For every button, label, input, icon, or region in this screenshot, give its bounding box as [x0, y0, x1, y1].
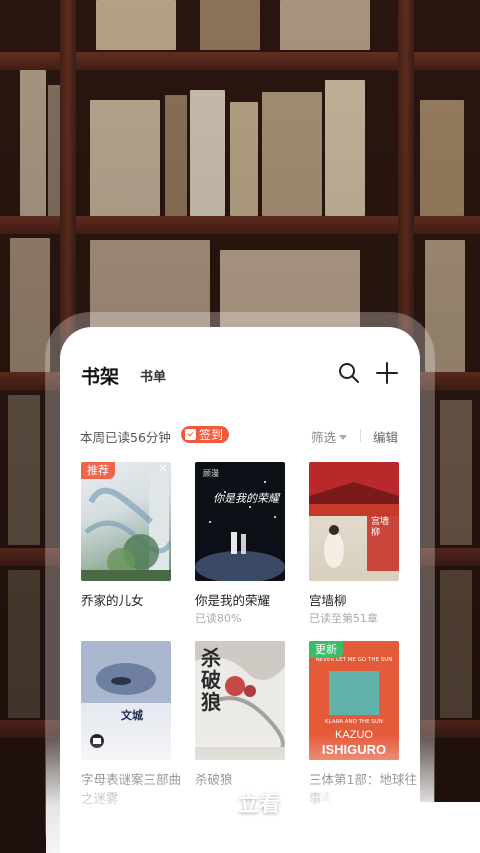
- caret-down-icon: [339, 435, 348, 440]
- calendar-check-icon: [185, 429, 196, 440]
- book-progress: 已读至第51章: [309, 612, 378, 625]
- cover-title: 文城: [121, 709, 143, 722]
- read-now-button[interactable]: 立看: [202, 788, 280, 818]
- cover-subtitle: KLARA AND THE SUN: [325, 719, 383, 725]
- cover-title: 你是我的荣耀: [213, 492, 279, 505]
- book-cover[interactable]: NEVER LET ME GO THE SUN KLARA AND THE SU…: [309, 641, 399, 760]
- book-title: 你是我的荣耀: [195, 593, 271, 608]
- book-title: 字母表谜案三部曲之迷雾: [81, 772, 182, 806]
- book-cover[interactable]: 宫墙柳: [309, 462, 399, 581]
- cover-title: 宫墙柳: [371, 517, 390, 538]
- filter-label: 筛选: [311, 430, 337, 445]
- filter-dropdown[interactable]: 筛选: [311, 427, 348, 446]
- book-title: 乔家的儿女: [81, 593, 144, 608]
- cover-title: 杀破狼: [201, 646, 221, 714]
- recommend-tag: 推荐: [81, 462, 115, 479]
- plus-icon[interactable]: [375, 361, 399, 385]
- signin-button[interactable]: 签到: [181, 426, 230, 443]
- book-cover[interactable]: 杀破狼: [195, 641, 285, 760]
- page-title[interactable]: 书架: [81, 362, 119, 389]
- book-open-icon: [204, 794, 228, 813]
- book-progress: 已读80%: [195, 612, 242, 625]
- cover-author-last: ISHIGURO: [321, 742, 387, 757]
- signin-label: 签到: [199, 428, 224, 442]
- search-icon[interactable]: [337, 361, 361, 385]
- top-bar: 书架 书单: [60, 327, 420, 397]
- cover-art: [81, 470, 171, 581]
- weekly-reading-time: 本周已读56分钟: [80, 430, 171, 445]
- book-cover[interactable]: 文城: [81, 641, 171, 760]
- watermark: [362, 802, 480, 853]
- cover-author-first: KAZUO: [335, 729, 373, 741]
- cover-art: [81, 641, 171, 748]
- book-cover[interactable]: 推荐 ✕: [81, 462, 171, 581]
- tab-booklist[interactable]: 书单: [140, 366, 166, 385]
- divider: [360, 429, 361, 442]
- book-progress: 未读: [309, 791, 331, 804]
- cta-label: 立看: [238, 792, 280, 816]
- cover-art: [195, 481, 285, 581]
- app-screen: 书架 书单 本周已读56分钟 签到 筛选 编辑 推荐 ✕ 乔家的儿女 顾漫 你是…: [60, 327, 420, 853]
- reading-stats-row: 本周已读56分钟 签到 筛选 编辑: [60, 424, 420, 448]
- edit-button[interactable]: 编辑: [373, 427, 398, 446]
- book-cover[interactable]: 顾漫 你是我的荣耀: [195, 462, 285, 581]
- book-title: 杀破狼: [195, 772, 233, 787]
- book-title: 宫墙柳: [309, 593, 347, 608]
- close-icon[interactable]: ✕: [157, 463, 169, 475]
- cover-author: 顾漫: [203, 469, 219, 478]
- update-tag: 更新: [309, 641, 343, 658]
